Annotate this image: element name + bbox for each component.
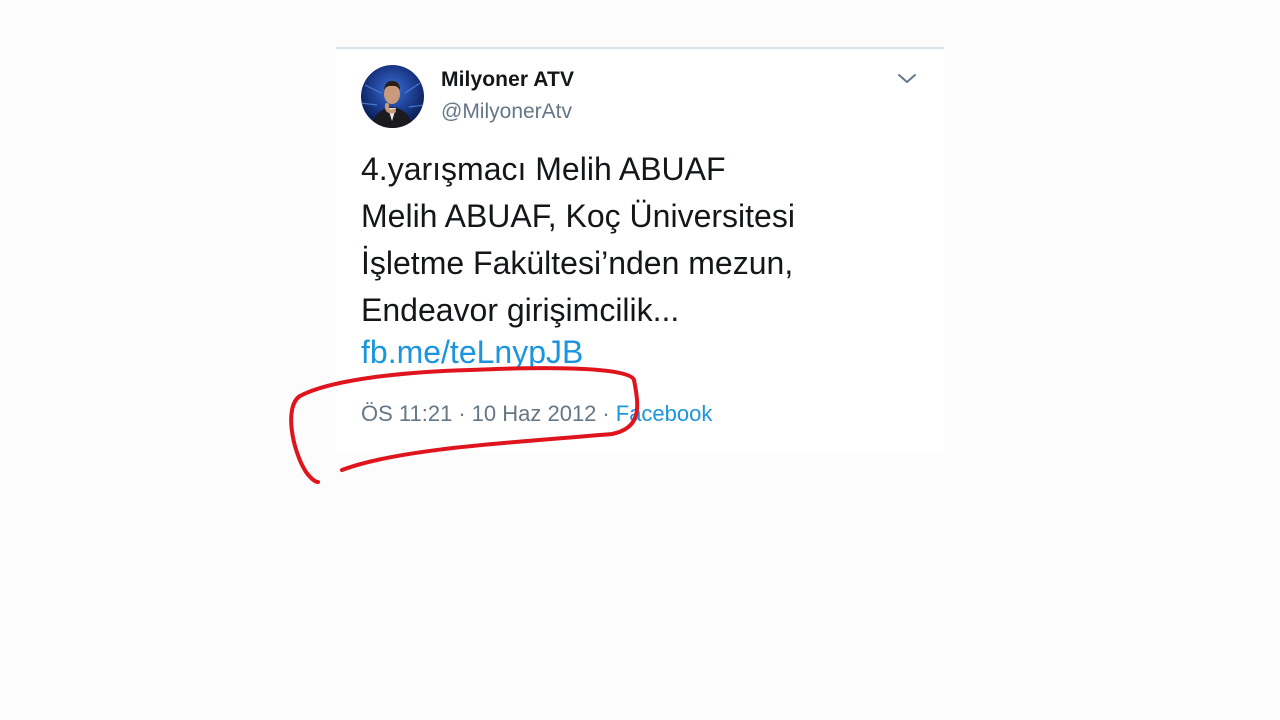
avatar[interactable] — [361, 65, 424, 128]
tweet-time[interactable]: ÖS 11:21 — [361, 401, 452, 426]
tweet-text-line: İşletme Fakültesi’nden mezun, — [361, 245, 794, 281]
tweet-text-line: Melih ABUAF, Koç Üniversitesi — [361, 198, 795, 234]
tweet-card: Milyoner ATV @MilyonerAtv 4.yarışmacı Me… — [336, 47, 944, 452]
avatar-image — [361, 65, 424, 128]
meta-separator: · — [602, 401, 610, 426]
tweet-meta: ÖS 11:21 · 10 Haz 2012 · Facebook — [361, 401, 712, 427]
tweet-date[interactable]: 10 Haz 2012 — [472, 401, 597, 426]
tweet-text: 4.yarışmacı Melih ABUAF Melih ABUAF, Koç… — [361, 146, 921, 334]
chevron-down-icon[interactable] — [894, 69, 920, 89]
tweet-source-link[interactable]: Facebook — [616, 401, 713, 426]
tweet-text-line: Endeavor girişimcilik... — [361, 292, 680, 328]
author-handle[interactable]: @MilyonerAtv — [441, 100, 572, 124]
meta-separator: · — [458, 401, 466, 426]
tweet-link[interactable]: fb.me/teLnypJB — [361, 329, 583, 376]
tweet-text-line: 4.yarışmacı Melih ABUAF — [361, 151, 726, 187]
author-display-name[interactable]: Milyoner ATV — [441, 68, 574, 92]
screen: Milyoner ATV @MilyonerAtv 4.yarışmacı Me… — [0, 0, 1280, 720]
